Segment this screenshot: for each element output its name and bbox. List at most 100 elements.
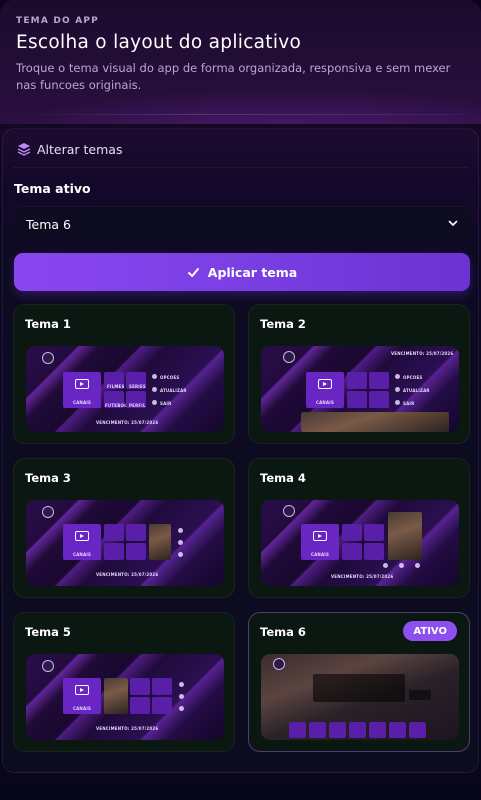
tv-icon <box>75 531 89 541</box>
preview-poster-image <box>149 524 171 560</box>
preview-tile-canais <box>289 722 306 738</box>
apply-theme-label: Aplicar tema <box>207 264 298 280</box>
preview-tile-perfil <box>364 543 384 560</box>
preview-label: CANAIS <box>73 552 92 557</box>
preview-opcoes-icon <box>395 374 400 379</box>
preview-tile-futebol <box>130 697 150 714</box>
preview-opcoes-icon <box>178 528 183 533</box>
theme-card-name: Tema 4 <box>260 471 306 485</box>
preview-tile-filmes <box>347 372 367 389</box>
preview-label: OPCOES <box>160 375 180 380</box>
preview-tile-futebol <box>104 543 124 560</box>
preview-opcoes-icon <box>179 682 184 687</box>
theme-preview <box>261 654 459 740</box>
theme-card-3[interactable]: Tema 3 CANAIS VENCIMENTO: 25/07/2026 <box>13 458 235 598</box>
preview-poster-image <box>388 512 422 560</box>
preview-logo <box>273 658 285 670</box>
preview-tile-opcoes <box>389 722 406 738</box>
header-divider <box>16 114 465 115</box>
preview-tile-filmes <box>130 678 150 695</box>
preview-info-box <box>313 674 405 702</box>
preview-tile-perfil <box>126 543 146 560</box>
preview-label: CANAIS <box>73 400 92 405</box>
active-theme-label: Tema ativo <box>14 181 91 196</box>
preview-atualizar-icon <box>395 387 400 392</box>
theme-select[interactable]: Tema 6 <box>14 206 469 241</box>
check-icon <box>187 267 199 277</box>
apply-theme-button[interactable]: Aplicar tema <box>14 253 470 291</box>
preview-expiry: VENCIMENTO: 25/07/2026 <box>96 420 159 425</box>
header: TEMA DO APP Escolha o layout do aplicati… <box>0 0 481 124</box>
preview-label: PERFIL <box>129 403 146 408</box>
preview-opcoes-icon <box>383 563 388 568</box>
tv-icon <box>313 531 327 541</box>
preview-sair-icon <box>178 552 183 557</box>
page-title: Escolha o layout do aplicativo <box>16 32 302 53</box>
preview-expiry: VENCIMENTO: 25/07/2026 <box>96 572 159 577</box>
theme-card-name: Tema 1 <box>25 317 71 331</box>
preview-tile-series <box>364 524 384 541</box>
preview-label: CANAIS <box>311 552 330 557</box>
preview-tile-perfil <box>369 722 386 738</box>
theme-card-name: Tema 6 <box>260 625 306 639</box>
preview-tile-series <box>152 678 172 695</box>
page-subtitle: Troque o tema visual do app de forma org… <box>16 61 451 92</box>
preview-logo <box>283 351 295 363</box>
theme-preview: CANAIS VENCIMENTO: 25/07/2026 <box>261 500 459 586</box>
preview-tile-filmes <box>342 524 362 541</box>
tv-icon <box>318 379 332 389</box>
theme-card-4[interactable]: Tema 4 CANAIS VENCIMENTO: 25/07/2026 <box>248 458 470 598</box>
theme-card-name: Tema 2 <box>260 317 306 331</box>
section-header: Alterar temas <box>17 139 122 159</box>
footer-area <box>0 773 481 800</box>
preview-expiry: VENCIMENTO: 25/07/2026 <box>331 574 394 579</box>
preview-logo <box>42 660 54 672</box>
preview-sair-icon <box>395 400 400 405</box>
preview-tile-futebol <box>347 391 367 408</box>
preview-sair-icon <box>179 706 184 711</box>
preview-label: CANAIS <box>316 400 335 405</box>
preview-opcoes-icon <box>152 374 157 379</box>
preview-label: FILMES <box>107 384 125 389</box>
active-badge: ATIVO <box>403 621 457 641</box>
layers-icon <box>17 143 31 156</box>
theme-card-name: Tema 3 <box>25 471 71 485</box>
preview-atualizar-icon <box>179 694 184 699</box>
preview-tile-perfil <box>152 697 172 714</box>
preview-atualizar-icon <box>399 563 404 568</box>
preview-tile-series <box>126 524 146 541</box>
preview-tile-perfil <box>369 391 389 408</box>
preview-label: CANAIS <box>73 706 92 711</box>
theme-preview: VENCIMENTO: 25/07/2026 CANAIS OPCOES ATU… <box>261 346 459 432</box>
preview-tile-series <box>369 372 389 389</box>
preview-banner-image <box>301 412 449 432</box>
theme-card-5[interactable]: Tema 5 CANAIS VENCIMENTO: 25/07/2026 <box>13 612 235 752</box>
preview-label: OPCOES <box>403 375 423 380</box>
preview-logo-box <box>409 690 431 700</box>
theme-settings-page: TEMA DO APP Escolha o layout do aplicati… <box>0 0 481 800</box>
preview-atualizar-icon <box>178 540 183 545</box>
theme-select-value: Tema 6 <box>26 216 71 232</box>
theme-card-name: Tema 5 <box>25 625 71 639</box>
preview-label: SAIR <box>403 401 415 406</box>
header-kicker: TEMA DO APP <box>16 16 99 26</box>
preview-label: FUTEBOL <box>105 403 127 408</box>
preview-label: ATUALIZAR <box>403 388 430 393</box>
preview-logo <box>42 352 54 364</box>
theme-card-2[interactable]: Tema 2 VENCIMENTO: 25/07/2026 CANAIS OPC… <box>248 304 470 444</box>
preview-tile-futebol <box>349 722 366 738</box>
preview-logo <box>42 506 54 518</box>
theme-card-6[interactable]: Tema 6 ATIVO <box>248 612 470 752</box>
theme-preview: CANAIS VENCIMENTO: 25/07/2026 <box>26 500 224 586</box>
preview-tile-futebol <box>342 543 362 560</box>
chevron-down-icon <box>448 220 458 226</box>
preview-logo <box>283 505 295 517</box>
preview-expiry: VENCIMENTO: 25/07/2026 <box>391 351 454 356</box>
preview-expiry: VENCIMENTO: 25/07/2026 <box>96 726 159 731</box>
theme-preview: CANAIS VENCIMENTO: 25/07/2026 <box>26 654 224 740</box>
preview-label: SERIES <box>129 384 146 389</box>
tv-icon <box>75 379 89 389</box>
preview-tile-filmes <box>309 722 326 738</box>
preview-poster-image <box>104 678 128 714</box>
theme-card-1[interactable]: Tema 1 CANAIS FILMES SERIES FUTEBOL PERF… <box>13 304 235 444</box>
